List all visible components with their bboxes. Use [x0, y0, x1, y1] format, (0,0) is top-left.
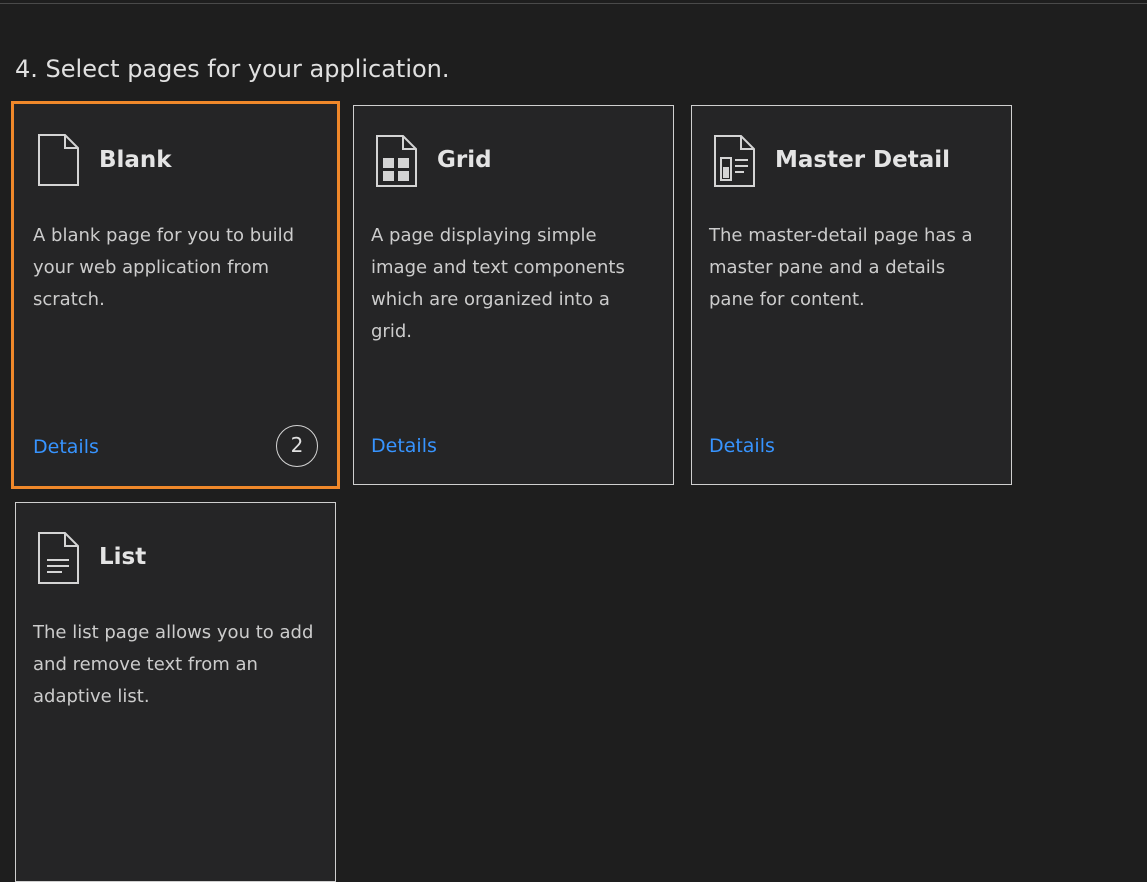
- page-card-list[interactable]: List The list page allows you to add and…: [15, 502, 336, 882]
- grid-page-icon: [376, 135, 417, 187]
- details-link[interactable]: Details: [33, 433, 99, 461]
- details-link[interactable]: Details: [709, 432, 775, 460]
- card-description: The list page allows you to add and remo…: [33, 622, 314, 707]
- master-detail-page-icon: [714, 135, 755, 187]
- page-card-grid[interactable]: Grid A page displaying simple image and …: [353, 105, 674, 485]
- card-title: List: [99, 544, 147, 570]
- card-title: Blank: [99, 147, 172, 173]
- card-title: Master Detail: [775, 147, 951, 173]
- card-description: A page displaying simple image and text …: [371, 225, 625, 342]
- step-title: 4. Select pages for your application.: [15, 55, 450, 83]
- card-title: Grid: [437, 147, 492, 173]
- card-description: A blank page for you to build your web a…: [33, 225, 295, 310]
- page-card-master-detail[interactable]: Master Detail The master-detail page has…: [691, 105, 1012, 485]
- list-page-icon: [38, 532, 79, 584]
- card-description: The master-detail page has a master pane…: [709, 225, 973, 310]
- page-card-blank[interactable]: Blank A blank page for you to build your…: [11, 101, 340, 489]
- blank-page-icon: [38, 134, 79, 186]
- top-divider: [0, 3, 1147, 4]
- selection-count-badge[interactable]: 2: [276, 425, 318, 467]
- details-link[interactable]: Details: [371, 432, 437, 460]
